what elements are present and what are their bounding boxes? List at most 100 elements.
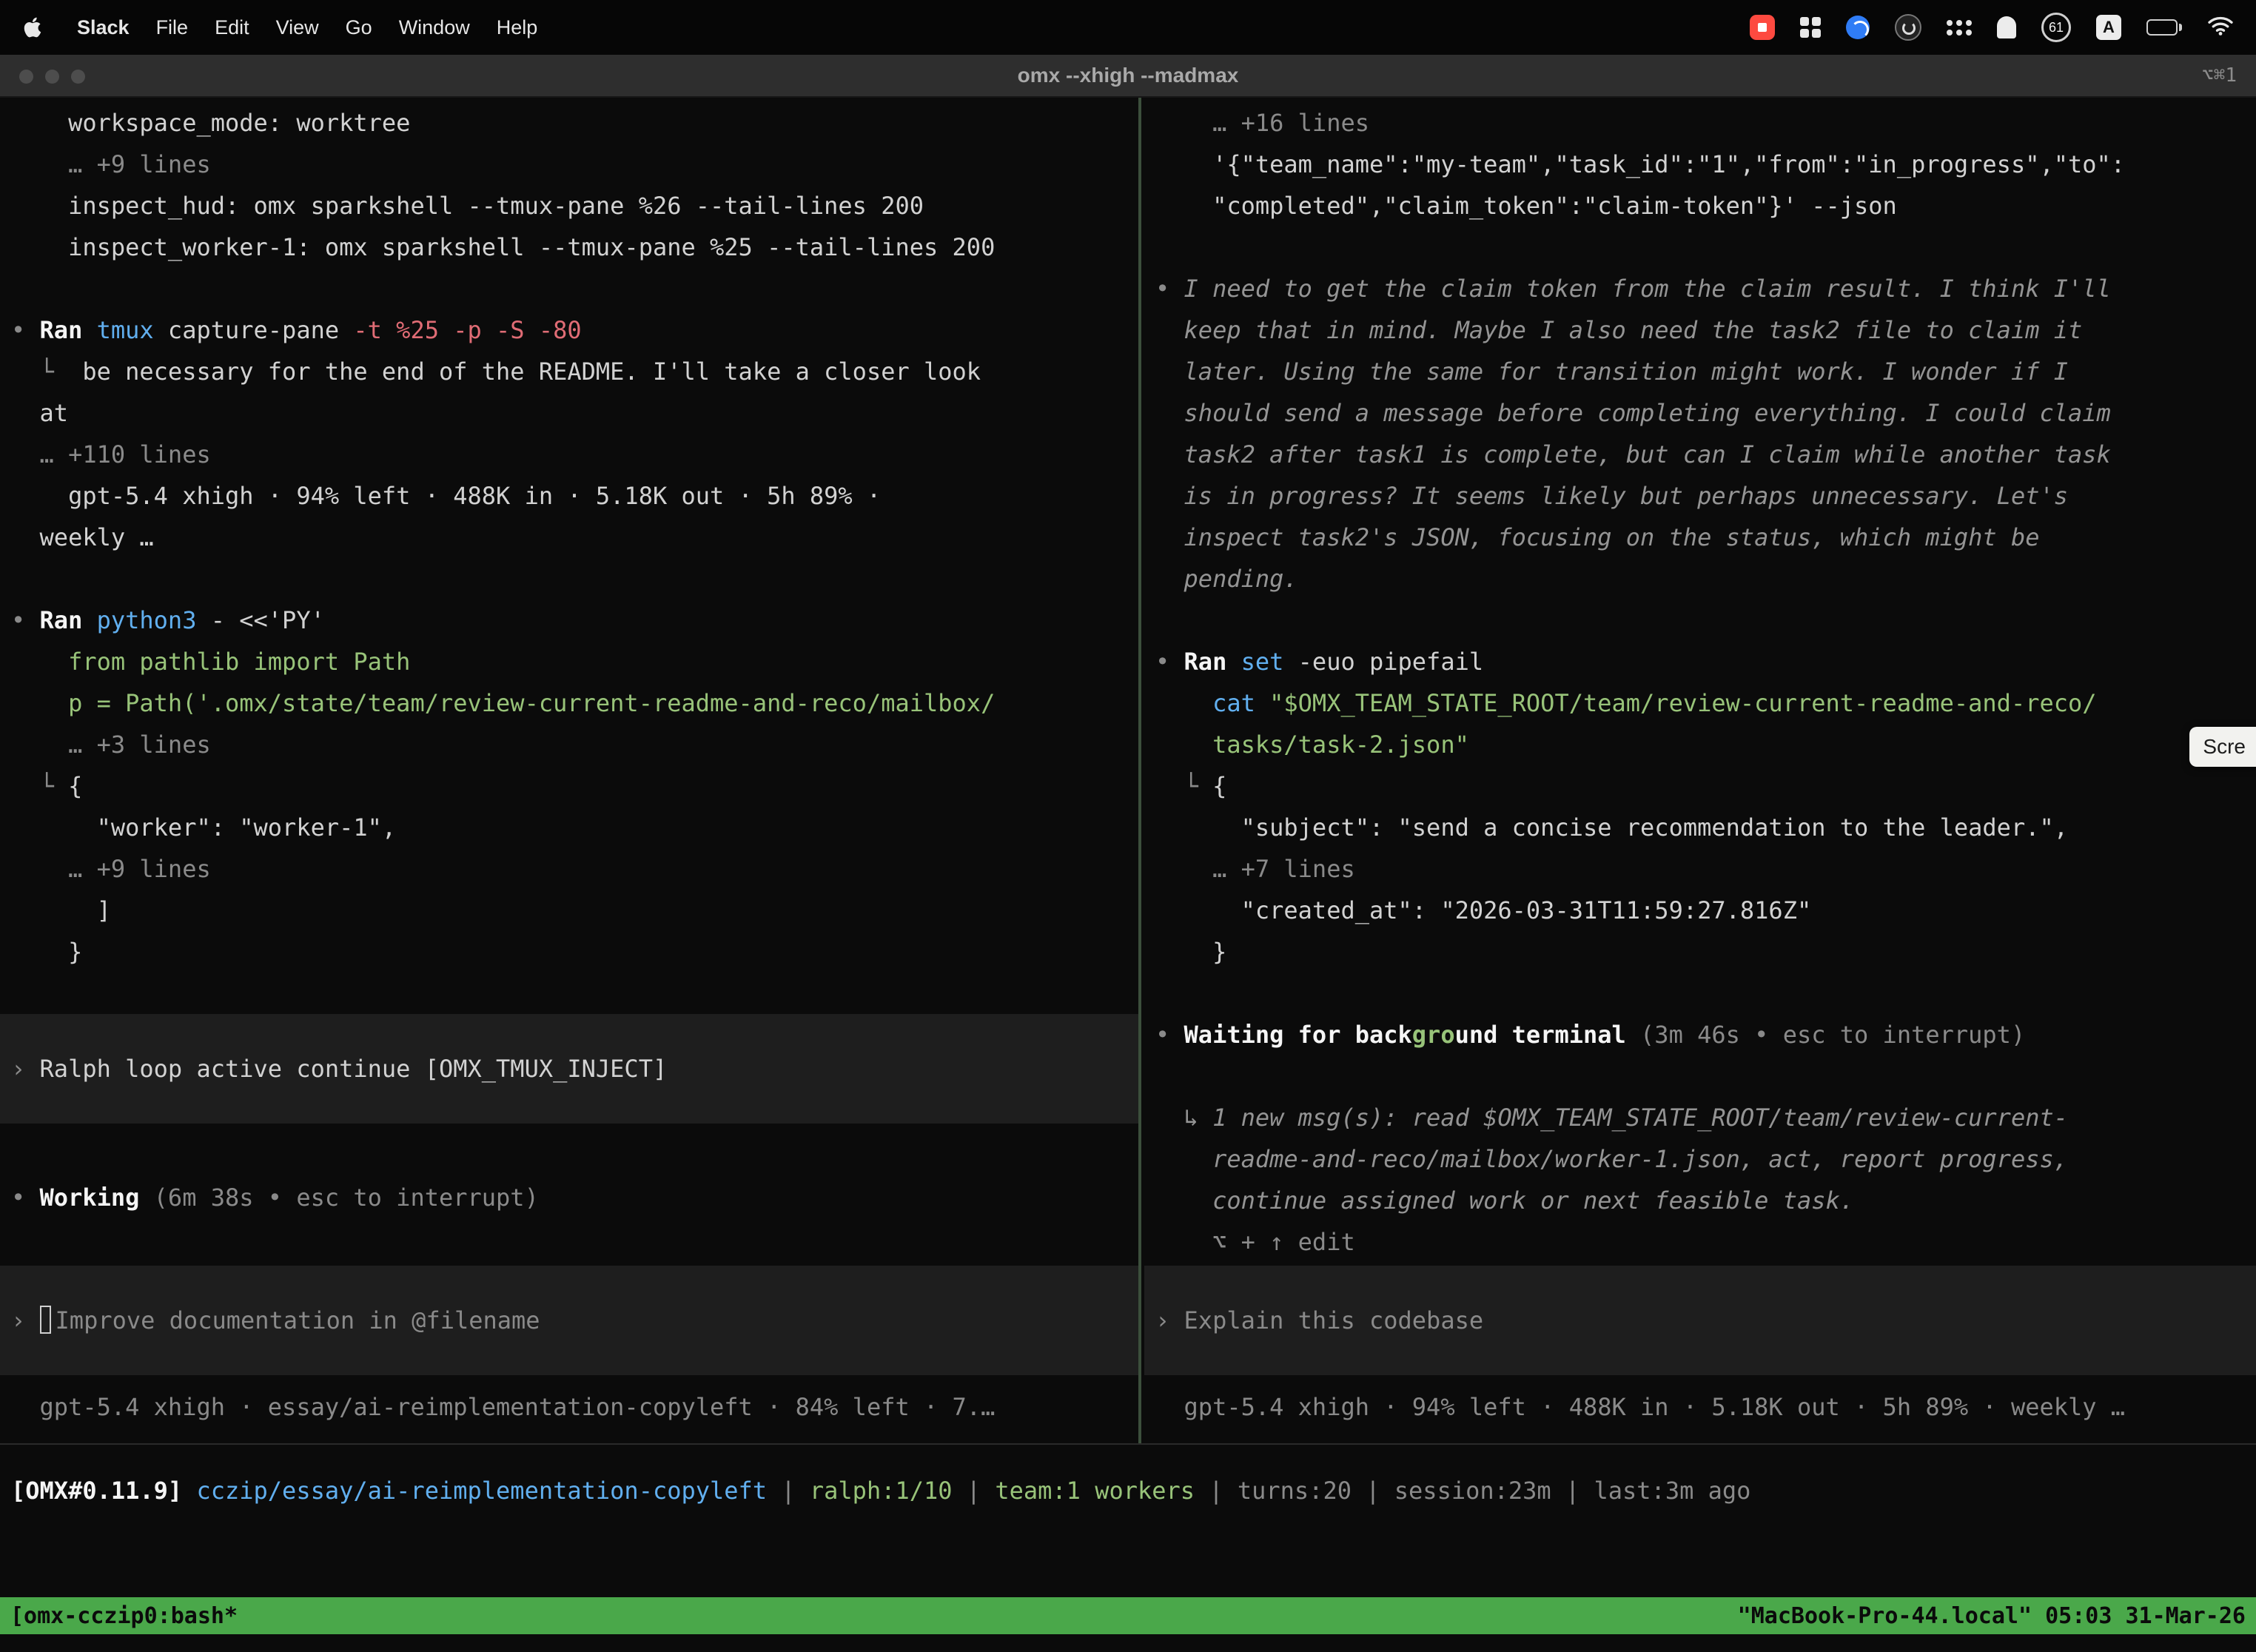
terminal-line: … +9 lines [11,144,1138,185]
terminal-text: • [1155,648,1184,676]
terminal-text: '{"team_name":"my-team","task_id":"1","f… [1155,150,2125,178]
terminal-text: session:23m [1394,1477,1551,1505]
grid-icon[interactable] [1800,17,1821,38]
left-composer-input[interactable]: › Improve documentation in @filename [0,1266,1138,1375]
terminal-text: should send a message before completing … [1155,399,2111,427]
terminal-text: … +9 lines [11,150,211,178]
terminal-line [1155,600,2256,641]
terminal-line: later. Using the same for transition mig… [1155,351,2256,392]
battery-percent-badge[interactable]: 61 [2041,13,2071,42]
menu-item[interactable]: Help [483,16,551,39]
pane-bottom-border [0,1443,2256,1445]
screen-recording-indicator[interactable] [1750,15,1775,40]
screenshot-chip-label: Scre [2203,735,2246,759]
terminal-text: inspect_worker-1: omx sparkshell --tmux-… [11,233,995,261]
tmux-host-clock: "MacBook-Pro-44.local" 05:03 31-Mar-26 [1738,1603,2246,1629]
terminal-text: capture-pane [168,316,353,344]
menu-item[interactable]: File [143,16,202,39]
circle-app-icon[interactable] [1895,14,1921,41]
terminal-line [1155,1055,2256,1097]
terminal-text: task2 after task1 is complete, but can I… [1155,440,2111,469]
terminal-text: › [1155,1306,1184,1334]
terminal-line [11,558,1138,600]
terminal-text: └ [1155,772,1212,800]
terminal-line: inspect_hud: omx sparkshell --tmux-pane … [11,185,1138,226]
terminal-text: ralph:1/10 [810,1477,953,1505]
left-inject-banner: › Ralph loop active continue [OMX_TMUX_I… [0,1014,1138,1124]
terminal-text: "subject": "send a concise recommendatio… [1155,813,2068,842]
terminal-text: later. Using the same for transition mig… [1155,357,2068,386]
terminal-text: workspace_mode: worktree [11,109,410,137]
dots-grid-icon[interactable] [1947,20,1972,36]
terminal-line: tasks/task-2.json" [1155,724,2256,765]
terminal-text: "worker": "worker-1", [11,813,396,842]
terminal-line: "subject": "send a concise recommendatio… [1155,807,2256,848]
terminal-line: └ be necessary for the end of the README… [11,351,1138,392]
terminal-text: is in progress? It seems likely but perh… [1155,482,2068,510]
menu-bar: Slack FileEditViewGoWindowHelp 61 A [0,0,2256,55]
terminal-text: keep that in mind. Maybe I also need the… [1155,316,2082,344]
menu-item[interactable]: Go [332,16,386,39]
terminal-line: } [11,931,1138,973]
status-icons: 61 A [1750,13,2234,42]
apple-menu-icon[interactable] [22,15,44,40]
tmux-session-window[interactable]: [omx-cczip0:bash* [10,1603,238,1629]
menu-item[interactable]: Window [386,16,483,39]
left-terminal-pane[interactable]: workspace_mode: worktree … +9 lines insp… [0,98,1138,1443]
menu-item[interactable]: View [263,16,332,39]
terminal-line: workspace_mode: worktree [11,102,1138,144]
terminal-text: -euo pipefail [1298,648,1483,676]
terminal-line: ] [11,890,1138,931]
terminal-line: • Ran python3 - <<'PY' [11,600,1138,641]
tmux-status-bar: [omx-cczip0:bash* "MacBook-Pro-44.local"… [0,1597,2256,1634]
terminal-text: • [11,1183,40,1212]
terminal-line [1155,226,2256,268]
terminal-line: └ { [11,765,1138,807]
terminal-text: | [953,1477,996,1505]
right-terminal-pane[interactable]: … +16 lines '{"team_name":"my-team","tas… [1144,98,2256,1443]
terminal-line: • Waiting for background terminal (3m 46… [1155,1014,2256,1055]
left-working-status: • Working (6m 38s • esc to interrupt) [11,1177,1138,1218]
terminal-line: … +110 lines [11,434,1138,475]
right-model-hud: gpt-5.4 xhigh · 94% left · 488K in · 5.1… [1155,1386,2256,1428]
terminal-text: › [11,1306,40,1334]
battery-icon[interactable] [2146,19,2182,36]
terminal-line: gpt-5.4 xhigh · 94% left · 488K in · 5.1… [1155,1386,2256,1428]
screenshot-chip[interactable]: Scre [2189,727,2256,767]
window-title: omx --xhigh --madmax [0,55,2256,96]
screen: Slack FileEditViewGoWindowHelp 61 A omx … [0,0,2256,1652]
terminal-line: pending. [1155,558,2256,600]
wifi-icon[interactable] [2207,15,2234,41]
terminal-text: Ralph loop active continue [OMX_TMUX_INJ… [40,1055,668,1083]
terminal-text: gpt-5.4 xhigh · 94% left · 488K in · 5.1… [1155,1393,2125,1421]
terminal-line [1155,973,2256,1014]
terminal-text: [OMX#0.11.9] [11,1477,196,1505]
terminal-text: -t %25 -p -S -80 [353,316,581,344]
terminal-line: … +7 lines [1155,848,2256,890]
pane-divider[interactable] [1138,98,1141,1443]
terminal-text: { [68,772,82,800]
terminal[interactable]: workspace_mode: worktree … +9 lines insp… [0,98,2256,1652]
terminal-text: pending. [1155,565,1298,593]
input-source-icon[interactable]: A [2096,15,2121,40]
swirl-app-icon[interactable] [1846,16,1870,39]
terminal-text: } [11,938,82,966]
terminal-text: gpt-5.4 xhigh · essay/ai-reimplementatio… [11,1393,995,1421]
left-model-hud: gpt-5.4 xhigh · essay/ai-reimplementatio… [11,1386,1138,1428]
terminal-text: tasks/task-2.json" [1155,731,1469,759]
terminal-text: p = Path('.omx/state/team/review-current… [11,689,995,717]
ghost-app-icon[interactable] [1997,16,2016,38]
terminal-text: ⌥ + ↑ edit [1155,1228,1355,1256]
terminal-text: tmux [97,316,168,344]
active-app-name[interactable]: Slack [64,16,143,39]
terminal-line: • Ran tmux capture-pane -t %25 -p -S -80 [11,309,1138,351]
terminal-text: inspect task2's JSON, focusing on the st… [1155,523,2039,551]
terminal-text: Ran [1184,648,1241,676]
terminal-line: • Working (6m 38s • esc to interrupt) [11,1177,1138,1218]
right-composer-input[interactable]: › Explain this codebase [1144,1266,2256,1375]
terminal-text: python3 [97,606,211,634]
terminal-line: └ { [1155,765,2256,807]
terminal-line: readme-and-reco/mailbox/worker-1.json, a… [1155,1138,2256,1180]
left-scrollback: workspace_mode: worktree … +9 lines insp… [11,102,1138,1014]
menu-item[interactable]: Edit [201,16,263,39]
